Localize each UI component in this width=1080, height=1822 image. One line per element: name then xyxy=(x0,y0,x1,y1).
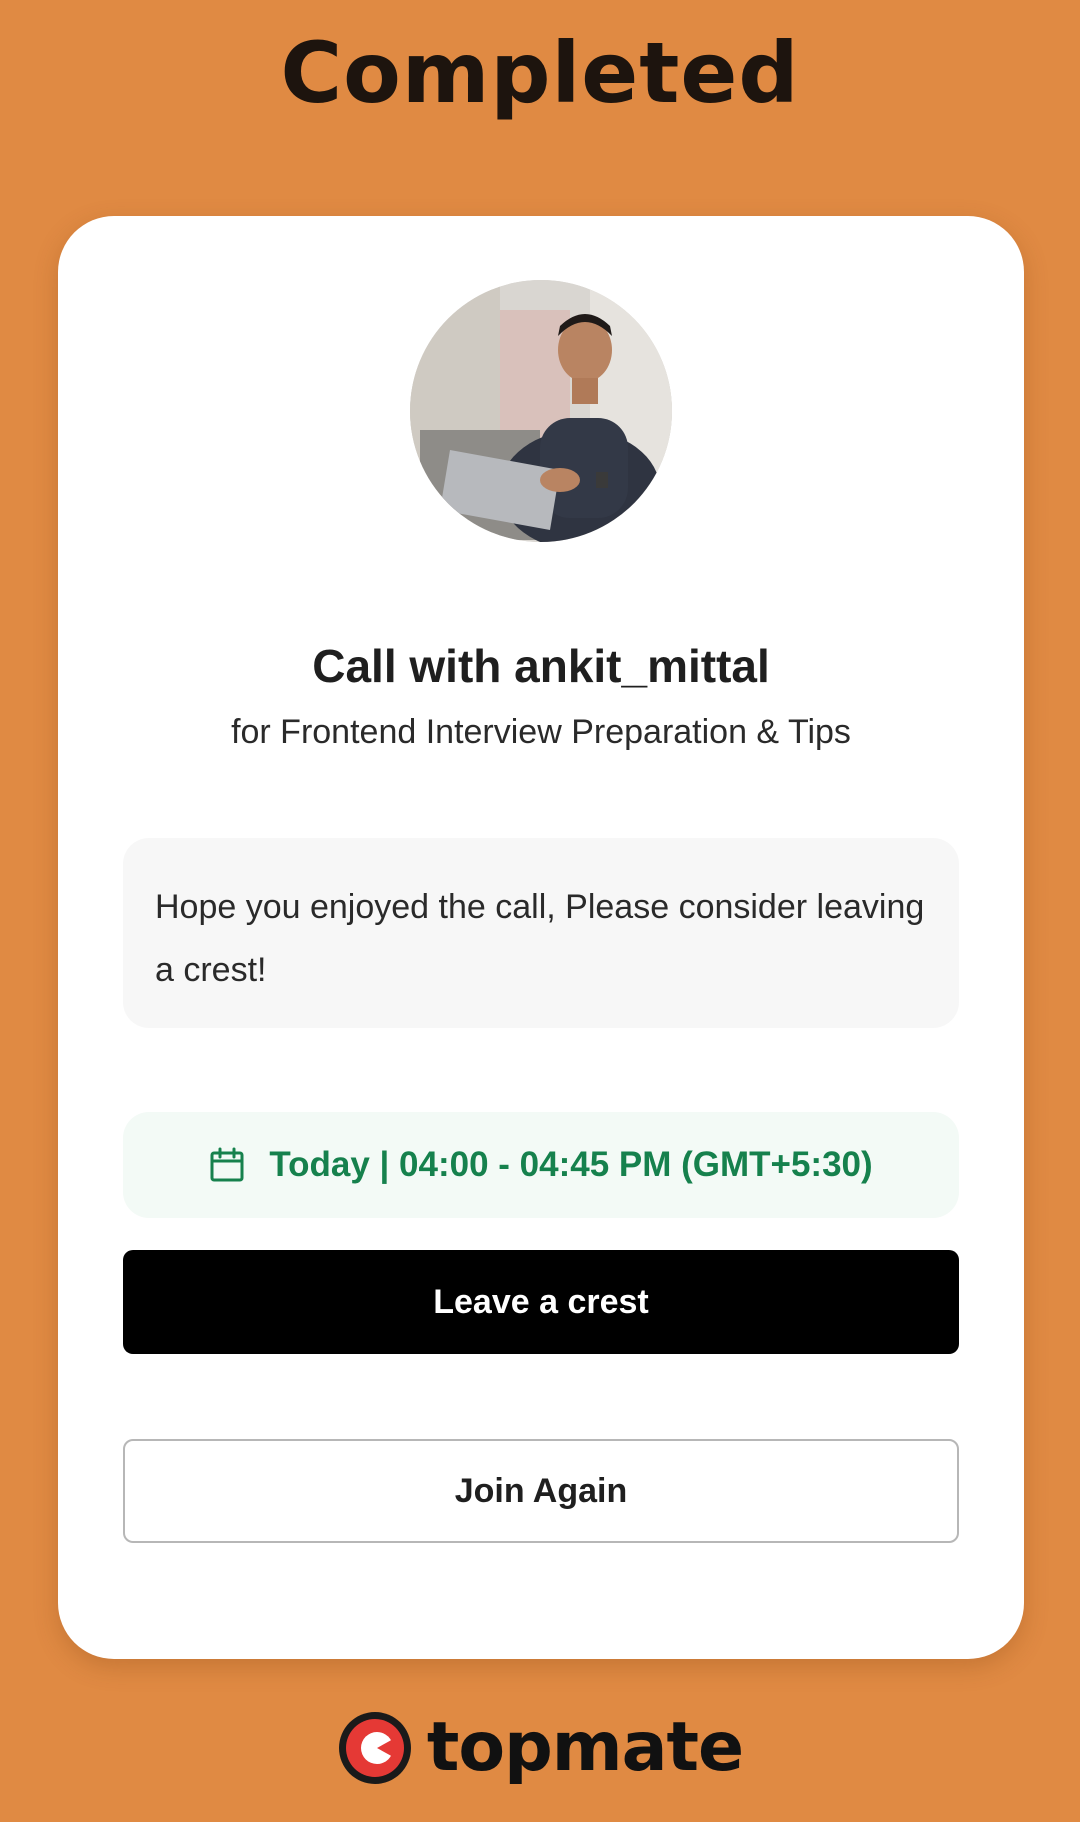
leave-crest-button[interactable]: Leave a crest xyxy=(123,1250,959,1354)
schedule-text: Today | 04:00 - 04:45 PM (GMT+5:30) xyxy=(269,1145,873,1184)
page-title: Completed xyxy=(280,24,800,122)
call-title: Call with ankit_mittal xyxy=(312,640,770,692)
brand-footer: topmate xyxy=(0,1708,1080,1788)
schedule-box: Today | 04:00 - 04:45 PM (GMT+5:30) xyxy=(123,1112,959,1218)
calendar-icon xyxy=(209,1147,245,1183)
call-subtitle: for Frontend Interview Preparation & Tip… xyxy=(231,713,851,751)
avatar-photo xyxy=(410,280,672,542)
feedback-message: Hope you enjoyed the call, Please consid… xyxy=(155,888,925,989)
brand-name: topmate xyxy=(426,1708,744,1787)
call-summary-card: Call with ankit_mittal for Frontend Inte… xyxy=(58,216,1024,1659)
avatar xyxy=(410,280,672,542)
join-again-button[interactable]: Join Again xyxy=(123,1439,959,1543)
topmate-logo-icon xyxy=(337,1710,413,1786)
message-box: Hope you enjoyed the call, Please consid… xyxy=(123,838,959,1028)
